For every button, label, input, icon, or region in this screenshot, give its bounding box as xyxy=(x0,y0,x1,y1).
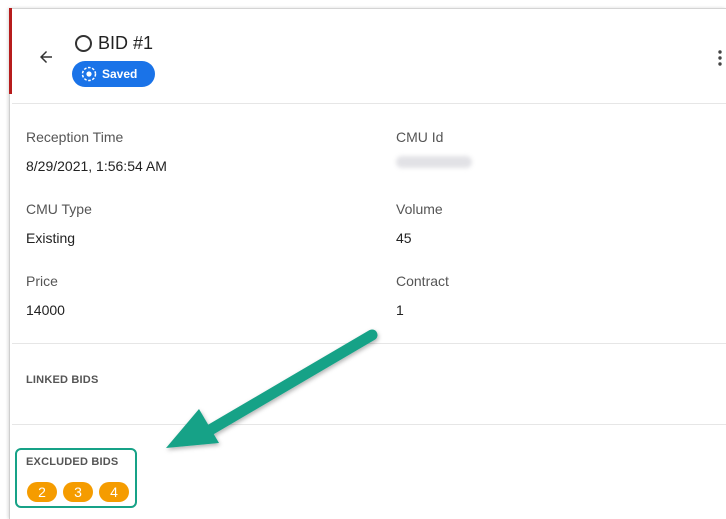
annotation-arrow-icon xyxy=(166,329,378,448)
